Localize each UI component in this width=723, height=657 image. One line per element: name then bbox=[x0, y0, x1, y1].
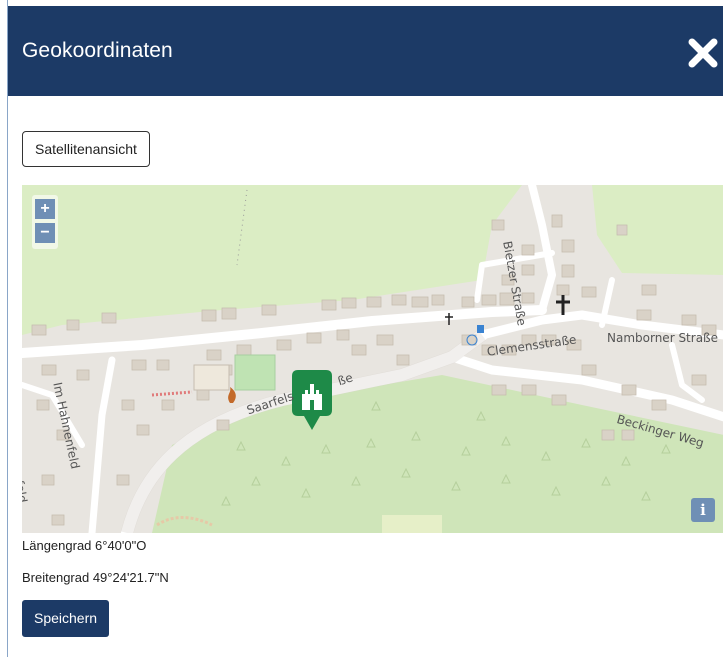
map-tiles bbox=[22, 185, 723, 533]
dialog-header: Geokoordinaten bbox=[8, 6, 723, 96]
latitude-text: Breitengrad 49°24'21.7"N bbox=[22, 570, 169, 585]
save-button[interactable]: Speichern bbox=[22, 600, 110, 637]
zoom-control: + − bbox=[32, 195, 58, 249]
dialog-title: Geokoordinaten bbox=[22, 39, 173, 62]
map-view[interactable]: Bietzer Straße Namborner Straße Clemenss… bbox=[22, 185, 723, 533]
zoom-in-button[interactable]: + bbox=[35, 199, 55, 219]
satellite-view-button[interactable]: Satellitenansicht bbox=[22, 131, 150, 167]
zoom-out-button[interactable]: − bbox=[35, 223, 55, 243]
geocoordinates-dialog: Geokoordinaten Satellitenansicht Bietzer… bbox=[7, 0, 723, 657]
close-icon[interactable] bbox=[686, 34, 720, 72]
map-info-button[interactable]: i bbox=[691, 498, 715, 522]
street-label-namborner: Namborner Straße bbox=[607, 331, 718, 345]
longitude-text: Längengrad 6°40'0"O bbox=[22, 538, 147, 553]
